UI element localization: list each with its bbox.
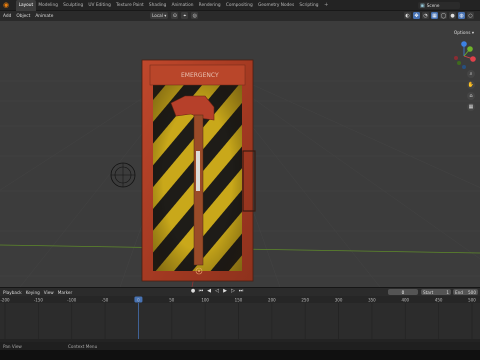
tab-modeling[interactable]: Modeling bbox=[36, 0, 61, 11]
gizmo-neg-y-axis[interactable] bbox=[457, 61, 461, 65]
gizmo-z-axis[interactable] bbox=[461, 41, 467, 47]
play-reverse-icon[interactable]: ◁ bbox=[214, 288, 220, 294]
shading-wireframe-icon[interactable]: ◯ bbox=[440, 12, 447, 19]
gizmo-neg-z-axis[interactable] bbox=[462, 65, 466, 69]
perspective-toggle-icon[interactable]: ▦ bbox=[467, 103, 475, 111]
screen-footer bbox=[0, 350, 480, 360]
gizmo-toggle-icon[interactable]: ✥ bbox=[413, 12, 420, 19]
add-workspace-button[interactable]: + bbox=[321, 2, 331, 8]
proportional-edit-icon[interactable]: ◎ bbox=[191, 12, 199, 19]
overlay-toggle-icon[interactable]: ◔ bbox=[422, 12, 429, 19]
start-value: 1 bbox=[446, 289, 449, 295]
gizmo-x-axis[interactable] bbox=[470, 56, 476, 62]
status-left-hint: Pan View bbox=[3, 343, 22, 349]
current-frame-field[interactable]: 0 bbox=[388, 289, 418, 295]
scene-name: Scene bbox=[426, 3, 440, 8]
keying-menu[interactable]: Keying bbox=[26, 290, 40, 295]
lamp-object[interactable] bbox=[110, 162, 136, 188]
pivot-icon[interactable]: ⊙ bbox=[171, 12, 179, 19]
ruler-tick-label: 100 bbox=[201, 298, 209, 303]
ruler-ticks: -200 -150 -100 -50 0 50 100 150 200 250 300 350 400 4… bbox=[0, 296, 476, 303]
animate-menu[interactable]: Animate bbox=[35, 14, 53, 19]
transform-orientation-value: Local bbox=[152, 13, 163, 18]
record-icon[interactable]: ● bbox=[190, 288, 196, 294]
start-label: Start bbox=[423, 289, 434, 295]
end-frame-field[interactable]: End 500 bbox=[453, 289, 478, 295]
scene-icon: ▣ bbox=[420, 2, 425, 9]
timeline-track-area[interactable] bbox=[0, 303, 480, 339]
marker-menu[interactable]: Marker bbox=[58, 290, 72, 295]
tab-texture-paint[interactable]: Texture Paint bbox=[113, 0, 146, 11]
timeline-grid bbox=[4, 303, 473, 339]
tab-layout[interactable]: Layout bbox=[16, 0, 36, 11]
prev-keyframe-icon[interactable]: ◀ bbox=[206, 288, 212, 294]
xray-toggle-icon[interactable]: ▦ bbox=[431, 12, 438, 19]
navigation-tools: ⌕ ✋ ⌂ ▦ bbox=[467, 70, 475, 111]
end-label: End bbox=[455, 289, 463, 295]
status-bar: Pan View Context Menu bbox=[0, 342, 480, 350]
ruler-tick-label: -100 bbox=[67, 298, 77, 303]
ruler-tick-label: 350 bbox=[368, 298, 376, 303]
status-right-hint: Context Menu bbox=[68, 343, 98, 349]
jump-end-icon[interactable]: ⏭ bbox=[238, 288, 244, 294]
transform-orientation-dropdown[interactable]: Local ▾ bbox=[150, 12, 169, 19]
pan-hand-icon[interactable]: ✋ bbox=[467, 81, 475, 89]
shading-material-icon[interactable]: ◍ bbox=[458, 12, 465, 19]
start-frame-field[interactable]: Start 1 bbox=[421, 289, 451, 295]
viewport-header: Add Object Animate Local ▾ ⊙ ⌖ ◎ ◐ ✥ ◔ ▦… bbox=[0, 11, 480, 21]
workspace-bar: ◉ Layout Modeling Sculpting UV Editing T… bbox=[0, 0, 480, 11]
ruler-tick-label: 250 bbox=[301, 298, 309, 303]
timeline-ruler[interactable]: -200 -150 -100 -50 0 50 100 150 200 250 300 350 400 4… bbox=[0, 296, 480, 303]
ruler-tick-label: 450 bbox=[435, 298, 443, 303]
tab-sculpting[interactable]: Sculpting bbox=[61, 0, 86, 11]
options-dropdown[interactable]: Options ▾ bbox=[454, 31, 474, 36]
ruler-tick-label: -200 bbox=[0, 298, 10, 303]
emergency-cabinet[interactable]: EMERGENCY bbox=[141, 59, 256, 282]
tab-uv-editing[interactable]: UV Editing bbox=[86, 0, 114, 11]
gizmo-y-axis[interactable] bbox=[467, 46, 473, 52]
visibility-icon[interactable]: ◐ bbox=[404, 12, 411, 19]
ruler-tick-label: 50 bbox=[169, 298, 175, 303]
object-menu[interactable]: Object bbox=[16, 14, 30, 19]
ruler-tick-label: 300 bbox=[335, 298, 343, 303]
current-frame-value: 0 bbox=[401, 289, 405, 295]
3d-viewport[interactable]: EMERGENCY bbox=[0, 21, 480, 287]
playback-menu[interactable]: Playback bbox=[3, 290, 22, 295]
tab-rendering[interactable]: Rendering bbox=[196, 0, 223, 11]
camera-view-icon[interactable]: ⌂ bbox=[467, 92, 475, 100]
tab-compositing[interactable]: Compositing bbox=[223, 0, 255, 11]
ruler-tick-label: 200 bbox=[268, 298, 276, 303]
ruler-tick-label: -150 bbox=[34, 298, 44, 303]
shading-solid-icon[interactable]: ● bbox=[449, 12, 456, 19]
ruler-tick-label: 500 bbox=[468, 298, 476, 303]
viewport-scene: EMERGENCY bbox=[0, 59, 480, 287]
end-value: 500 bbox=[468, 289, 476, 295]
ruler-tick-label: 400 bbox=[401, 298, 409, 303]
tab-animation[interactable]: Animation bbox=[169, 0, 196, 11]
ruler-tick-label: 150 bbox=[235, 298, 243, 303]
view-menu[interactable]: View bbox=[44, 290, 54, 295]
workspace-tabs: Layout Modeling Sculpting UV Editing Tex… bbox=[16, 0, 331, 11]
play-icon[interactable]: ▶ bbox=[222, 288, 228, 294]
tab-geometry-nodes[interactable]: Geometry Nodes bbox=[255, 0, 296, 11]
ruler-tick-label: -50 bbox=[102, 298, 109, 303]
blender-logo-icon[interactable]: ◉ bbox=[1, 0, 11, 10]
scene-selector[interactable]: ▣ Scene bbox=[418, 2, 460, 9]
tab-shading[interactable]: Shading bbox=[146, 0, 169, 11]
shading-rendered-icon[interactable]: ○ bbox=[467, 12, 474, 19]
jump-start-icon[interactable]: ⏮ bbox=[198, 288, 204, 294]
tab-scripting[interactable]: Scripting bbox=[297, 0, 321, 11]
add-menu[interactable]: Add bbox=[3, 14, 11, 19]
cabinet-sign-text: EMERGENCY bbox=[181, 72, 219, 79]
zoom-icon[interactable]: ⌕ bbox=[467, 70, 475, 78]
next-keyframe-icon[interactable]: ▷ bbox=[230, 288, 236, 294]
playback-controls: ● ⏮ ◀ ◁ ▶ ▷ ⏭ bbox=[190, 288, 244, 294]
snap-icon[interactable]: ⌖ bbox=[181, 12, 189, 19]
gizmo-neg-x-axis[interactable] bbox=[454, 56, 458, 60]
options-label: Options bbox=[453, 31, 471, 36]
navigation-gizmo[interactable] bbox=[450, 39, 478, 73]
